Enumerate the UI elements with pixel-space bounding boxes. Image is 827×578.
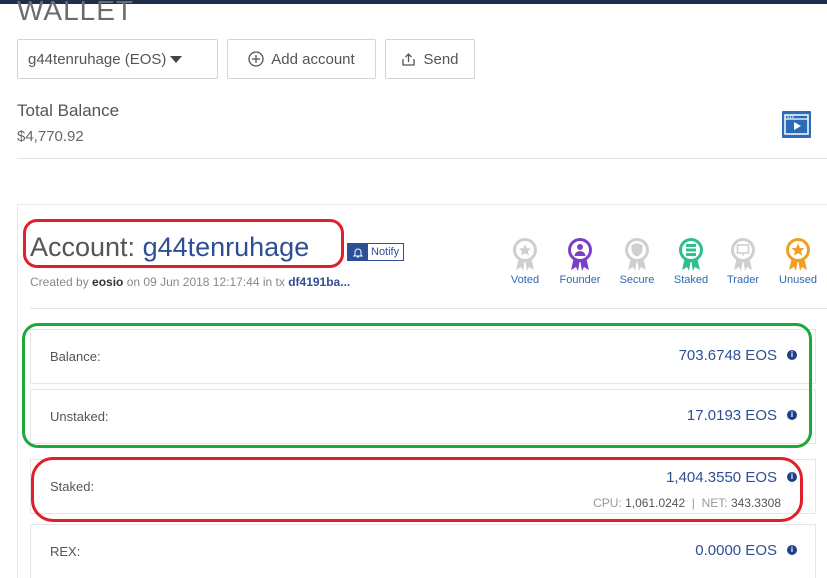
- caret-down-icon: [170, 55, 183, 63]
- account-name[interactable]: g44tenruhage: [143, 232, 310, 262]
- account-title: Account: g44tenruhage: [30, 232, 309, 263]
- badge-label: Founder: [559, 274, 601, 286]
- badge-trader[interactable]: Trader: [720, 237, 766, 286]
- creator-link[interactable]: eosio: [92, 275, 123, 289]
- bell-icon: [348, 244, 368, 260]
- rex-row: REX: 0.0000 EOS i: [30, 524, 816, 578]
- badge-label: Voted: [510, 274, 540, 286]
- share-icon: [402, 52, 416, 66]
- account-selector-dropdown[interactable]: g44tenruhage (EOS): [17, 39, 218, 79]
- created-date: 09 Jun 2018 12:17:44: [143, 275, 260, 289]
- info-icon[interactable]: i: [787, 472, 797, 482]
- badge-founder[interactable]: Founder: [557, 237, 603, 286]
- staked-row: Staked: 1,404.3550 EOS i CPU: 1,061.0242…: [30, 459, 816, 514]
- on-text: on: [123, 275, 144, 289]
- rex-label: REX:: [50, 544, 81, 559]
- page-title: WALLET: [17, 0, 134, 26]
- in-tx-text: in tx: [259, 275, 289, 289]
- badge-label: Secure: [619, 274, 655, 286]
- account-selector-label: g44tenruhage (EOS): [28, 50, 167, 68]
- unstaked-label: Unstaked:: [50, 409, 109, 424]
- send-label: Send: [423, 50, 459, 68]
- badge-staked[interactable]: Staked: [668, 237, 714, 286]
- info-icon[interactable]: i: [787, 545, 797, 555]
- shield-icon: [625, 238, 649, 271]
- founder-icon: [568, 238, 592, 271]
- staked-label: Staked:: [50, 479, 95, 494]
- balance-label: Balance:: [50, 349, 101, 364]
- cpu-value: 1,061.0242: [625, 496, 686, 510]
- badge-voted[interactable]: Voted: [502, 237, 548, 286]
- net-value: 343.3308: [730, 496, 781, 510]
- info-icon[interactable]: i: [787, 410, 797, 420]
- badge-label: Trader: [727, 274, 759, 286]
- stack-icon: [679, 238, 703, 271]
- created-info: Created by eosio on 09 Jun 2018 12:17:44…: [30, 275, 350, 289]
- balance-row: Balance: 703.6748 EOS i: [30, 329, 816, 384]
- breakdown-separator: |: [685, 496, 702, 510]
- staked-breakdown: CPU: 1,061.0242 | NET: 343.3308: [593, 496, 781, 510]
- section-divider: [17, 158, 827, 159]
- send-button[interactable]: Send: [385, 39, 475, 79]
- tx-link[interactable]: df4191ba...: [288, 275, 350, 289]
- balance-value: 703.6748 EOS: [678, 347, 777, 364]
- notify-button[interactable]: Notify: [347, 243, 405, 261]
- badge-label: Staked: [673, 274, 709, 286]
- video-play-icon[interactable]: [782, 111, 811, 138]
- net-label: NET:: [701, 496, 731, 510]
- info-icon[interactable]: i: [787, 350, 797, 360]
- add-account-label: Add account: [271, 50, 355, 68]
- total-balance-value: $4,770.92: [17, 128, 84, 145]
- unstaked-value: 17.0193 EOS: [686, 407, 777, 424]
- account-title-prefix: Account:: [30, 232, 143, 262]
- badge-label: Unused: [779, 274, 817, 286]
- plus-circle-icon: [248, 51, 264, 67]
- account-divider: [30, 308, 827, 309]
- total-balance-label: Total Balance: [17, 101, 120, 120]
- trader-icon: [731, 238, 755, 271]
- created-by-text: Created by: [30, 275, 93, 289]
- unstaked-row: Unstaked: 17.0193 EOS i: [30, 389, 816, 444]
- badge-secure[interactable]: Secure: [614, 237, 660, 286]
- vote-icon: [513, 238, 537, 271]
- add-account-button[interactable]: Add account: [227, 39, 376, 79]
- badge-unused[interactable]: Unused: [775, 237, 821, 286]
- staked-value: 1,404.3550 EOS: [666, 469, 777, 486]
- star-icon: [786, 238, 810, 271]
- rex-value: 0.0000 EOS: [695, 542, 777, 559]
- cpu-label: CPU:: [593, 496, 626, 510]
- notify-label: Notify: [371, 246, 400, 258]
